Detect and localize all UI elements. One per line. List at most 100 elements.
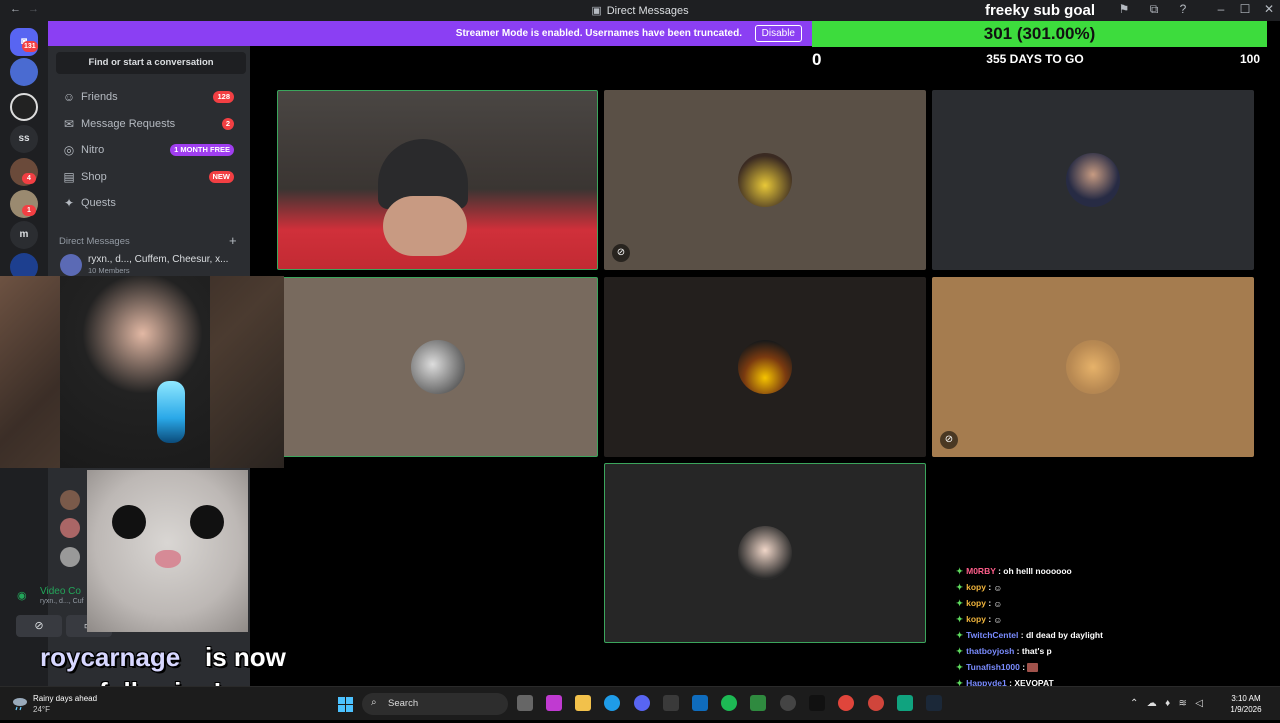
file-explorer-icon[interactable] xyxy=(575,695,591,711)
shop-icon: ▤ xyxy=(63,170,75,184)
help-icon[interactable]: ? xyxy=(1173,2,1193,16)
taskbar-search-label: Search xyxy=(388,698,419,709)
volume-icon[interactable]: ◁ xyxy=(1195,698,1203,709)
participant-face xyxy=(383,196,467,256)
nav-nitro-label: Nitro xyxy=(81,144,105,156)
tray-chevron-icon[interactable]: ⌃ xyxy=(1130,698,1138,709)
nav-quests[interactable]: ✦ Quests xyxy=(56,191,242,215)
chat-message: ✦Tunafish1000 : xyxy=(956,659,1256,675)
app-icon-green[interactable] xyxy=(750,695,766,711)
minimize-icon[interactable]: – xyxy=(1211,2,1231,16)
store-icon[interactable] xyxy=(663,695,679,711)
nav-quests-label: Quests xyxy=(81,197,116,209)
outlook-icon[interactable] xyxy=(692,695,708,711)
spotify-icon[interactable] xyxy=(721,695,737,711)
image-emote-icon xyxy=(1027,663,1039,673)
clock-date[interactable]: 1/9/2026 xyxy=(1226,705,1266,714)
participant-avatar xyxy=(1066,340,1120,394)
participant-avatar xyxy=(1066,153,1120,207)
cat-eye-left xyxy=(112,505,146,539)
weather-temperature[interactable]: 24°F xyxy=(33,705,50,714)
microphone-tray-icon[interactable]: ♦ xyxy=(1165,698,1170,709)
group-dm-name[interactable]: ryxn., d..., Cuffem, Cheesur, x... xyxy=(88,254,228,265)
weather-summary[interactable]: Rainy days ahead xyxy=(33,694,97,703)
obs-icon[interactable] xyxy=(780,695,796,711)
chat-username: kopy xyxy=(966,614,986,624)
video-tile-2[interactable]: ⊘ xyxy=(604,90,926,270)
screen-share-icon[interactable]: ⧉ xyxy=(1144,2,1164,17)
dm-avatar[interactable] xyxy=(60,547,80,567)
nitro-icon: ◎ xyxy=(63,143,75,157)
video-tile-6[interactable]: ⊘ xyxy=(932,277,1254,457)
streamer-mode-text: Streamer Mode is enabled. Usernames have… xyxy=(455,28,742,39)
server-icon-2[interactable] xyxy=(10,93,38,121)
server-m[interactable]: m xyxy=(10,221,38,249)
video-tile-5[interactable] xyxy=(604,277,926,457)
edge-icon[interactable] xyxy=(604,695,620,711)
ghost-emote-icon: ☺ xyxy=(993,614,1003,625)
chat-badge-icon: ✦ xyxy=(956,566,964,576)
chat-message: ✦ kopy : ☺ xyxy=(956,611,1256,627)
ghost-emote-icon: ☺ xyxy=(993,582,1003,593)
cat-eye-right xyxy=(190,505,224,539)
dm-avatar[interactable] xyxy=(60,518,80,538)
create-dm-plus-icon[interactable]: + xyxy=(229,233,237,248)
video-tile-3[interactable] xyxy=(932,90,1254,270)
home-mention-badge: 131 xyxy=(22,41,38,52)
system-tray[interactable]: ⌃ ☁ ♦ ≋ ◁ xyxy=(1130,698,1203,709)
camera-off-button[interactable]: ⊘ xyxy=(16,615,62,637)
chat-username: thatboyjosh xyxy=(966,646,1015,656)
nav-friends[interactable]: ☺ Friends 128 xyxy=(56,85,242,109)
task-view-icon[interactable] xyxy=(517,695,533,711)
copilot-icon[interactable] xyxy=(546,695,562,711)
nav-nitro[interactable]: ◎ Nitro 1 MONTH FREE xyxy=(56,138,242,162)
nav-shop[interactable]: ▤ Shop NEW xyxy=(56,165,242,189)
streamer-figure xyxy=(60,276,210,468)
maximize-icon[interactable]: ☐ xyxy=(1235,2,1255,16)
server-icon-1[interactable] xyxy=(10,58,38,86)
chat-text: that's p xyxy=(1021,646,1052,656)
clock-time[interactable]: 3:10 AM xyxy=(1226,694,1266,703)
server-ss[interactable]: ss xyxy=(10,125,38,153)
chat-badge-icon: ✦ xyxy=(956,630,964,640)
dm-avatar[interactable] xyxy=(60,490,80,510)
chat-badge-icon: ✦ xyxy=(956,598,964,608)
chat-username: TwitchCentel xyxy=(966,630,1019,640)
search-icon: ⌕ xyxy=(371,697,377,708)
steam-icon[interactable] xyxy=(926,695,942,711)
close-icon[interactable]: ✕ xyxy=(1259,2,1279,16)
windows-taskbar: Rainy days ahead 24°F ⌕ Search ⌃ ☁ ♦ ≋ ◁… xyxy=(0,686,1280,720)
chat-message: ✦ kopy : ☺ xyxy=(956,579,1256,595)
server-badge-a: 4 xyxy=(22,173,36,184)
wifi-icon[interactable]: ≋ xyxy=(1179,698,1187,709)
video-tile-camera[interactable] xyxy=(277,90,598,270)
chat-username: Tunafish1000 xyxy=(966,662,1020,672)
video-tile-4[interactable] xyxy=(277,277,598,457)
follow-alert-username: roycarnage xyxy=(40,642,181,672)
rain-cloud-icon xyxy=(13,698,27,711)
streamer-webcam-overlay xyxy=(0,276,284,468)
disable-streamer-mode-button[interactable]: Disable xyxy=(754,25,802,42)
sub-goal-title: freeky sub goal xyxy=(984,2,1096,19)
chat-message: ✦ M0RBY : oh helll noooooo xyxy=(956,566,1072,576)
chat-message: ✦ thatboyjosh : that's p xyxy=(956,646,1052,656)
ghost-emote-icon: ☺ xyxy=(993,598,1003,609)
sub-goal-value: 301 (301.00%) xyxy=(983,24,1096,43)
participant-avatar xyxy=(738,526,792,580)
group-dm-member-count: 10 Members xyxy=(88,266,130,275)
video-tile-7[interactable] xyxy=(604,463,926,643)
tiktok-icon[interactable] xyxy=(809,695,825,711)
follow-alert-line1: is now xyxy=(205,642,286,672)
chrome-icon[interactable] xyxy=(838,695,854,711)
chrome-profile-icon[interactable] xyxy=(868,695,884,711)
window-title-text: Direct Messages xyxy=(606,5,689,17)
windows-start-icon[interactable] xyxy=(338,697,353,712)
tray-app-icon[interactable]: ☁ xyxy=(1147,698,1157,709)
discord-taskbar-icon[interactable] xyxy=(634,695,650,711)
chat-badge-icon: ✦ xyxy=(956,646,964,656)
nav-message-requests[interactable]: ✉ Message Requests 2 xyxy=(56,112,242,136)
find-conversation-input[interactable]: Find or start a conversation xyxy=(56,52,246,74)
taskbar-search[interactable]: ⌕ Search xyxy=(362,693,508,715)
cat-nose xyxy=(155,550,181,568)
chatgpt-icon[interactable] xyxy=(897,695,913,711)
